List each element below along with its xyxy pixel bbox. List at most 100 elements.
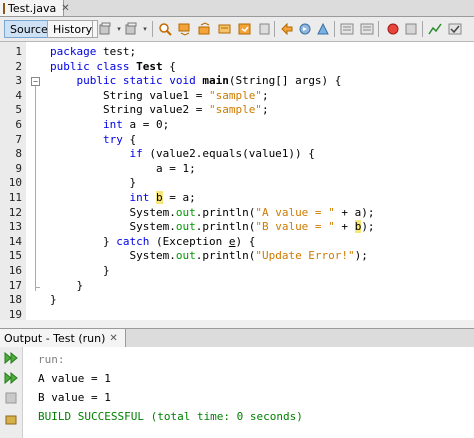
line-number: 7	[15, 132, 22, 146]
code-line[interactable]: }	[50, 264, 110, 277]
chart-icon[interactable]	[428, 22, 442, 36]
code-line[interactable]: }	[50, 279, 83, 292]
shift-left-icon[interactable]	[280, 22, 294, 36]
toolbar-divider	[334, 21, 335, 37]
line-number: 2	[15, 59, 22, 73]
output-line-run: run:	[38, 353, 65, 366]
code-token: (String[] args) {	[228, 74, 342, 88]
shift-right-icon[interactable]	[298, 22, 312, 36]
toolbar-divider	[274, 21, 275, 37]
code-token: String value2 =	[50, 103, 209, 117]
line-number: 4	[15, 88, 22, 102]
close-icon[interactable]: ✕	[109, 333, 117, 344]
record-macro-icon[interactable]	[386, 22, 400, 36]
rerun-icon[interactable]	[4, 351, 18, 365]
check-icon[interactable]	[448, 22, 462, 36]
stop-macro-icon[interactable]	[404, 22, 418, 36]
code-line[interactable]: System.out.println("B value = " + b);	[50, 220, 375, 234]
output-panel: run: A value = 1 B value = 1 BUILD SUCCE…	[0, 347, 474, 438]
fold-toggle-icon[interactable]: −	[31, 77, 40, 87]
code-token: Test	[136, 59, 163, 73]
code-line[interactable]: try {	[50, 133, 136, 146]
code-token: test;	[96, 45, 137, 58]
find-selection-icon[interactable]	[218, 22, 232, 36]
field-token: out	[175, 205, 196, 219]
keyword-token: int	[129, 191, 150, 204]
code-token: .println(	[195, 220, 256, 234]
start-macro-icon[interactable]	[316, 22, 330, 36]
rerun-with-params-icon[interactable]	[4, 371, 18, 385]
line-number: 5	[15, 103, 22, 117]
code-editor[interactable]: 1 2 3 4 5 6 7 8 9 10 11 12 13 14 15 16 17 18 19 package te…	[0, 42, 474, 321]
uncomment-icon[interactable]	[360, 22, 374, 36]
code-line[interactable]: String value1 = "sample";	[50, 89, 269, 102]
settings-icon[interactable]	[4, 413, 18, 427]
code-token: ;	[261, 88, 269, 102]
output-header: Output - Test (run) ✕	[0, 328, 474, 348]
code-token: }	[50, 234, 117, 248]
editor-tab-bar: Test.java ✕	[0, 0, 474, 17]
code-line[interactable]: String value2 = "sample";	[50, 103, 269, 116]
toggle-bookmark-icon[interactable]	[238, 22, 252, 36]
toolbar-divider	[422, 21, 423, 37]
code-token: ;	[261, 103, 269, 117]
field-token: out	[175, 249, 196, 263]
line-number: 11	[8, 191, 22, 204]
file-tab-label: Test.java	[8, 1, 57, 15]
code-line[interactable]: }	[50, 293, 57, 306]
code-line[interactable]: System.out.println("Update Error!");	[50, 249, 367, 263]
code-token: System.	[50, 220, 176, 234]
line-number: 3	[15, 74, 22, 88]
output-tab[interactable]: Output - Test (run) ✕	[0, 329, 126, 347]
toggle-highlight-icon[interactable]	[198, 22, 212, 36]
format-icon[interactable]	[258, 22, 272, 36]
code-token: }	[50, 278, 84, 292]
line-number: 8	[15, 147, 22, 161]
dropdown-arrow-icon[interactable]: ▾	[138, 22, 152, 36]
code-line[interactable]: public class Test {	[50, 60, 176, 73]
line-number: 17	[8, 278, 22, 292]
last-edit-icon[interactable]	[98, 22, 112, 36]
output-line-build-result: BUILD SUCCESSFUL (total time: 0 seconds)	[38, 410, 303, 423]
string-token: "sample"	[208, 88, 262, 102]
string-token: "Update Error!"	[255, 249, 355, 263]
code-token: }	[50, 176, 137, 190]
close-icon[interactable]: ✕	[61, 3, 69, 14]
line-number: 6	[15, 118, 22, 131]
code-line[interactable]: if (value2.equals(value1)) {	[50, 147, 315, 161]
code-token: {	[162, 59, 176, 73]
line-number: 13	[8, 220, 22, 234]
code-token: String value1 =	[50, 88, 209, 102]
code-line[interactable]: package test;	[50, 45, 136, 58]
code-line[interactable]: System.out.println("A value = " + a);	[50, 205, 374, 219]
code-token: (value2.equals(value1)) {	[142, 147, 315, 161]
code-token: {	[122, 132, 137, 146]
code-line[interactable]: public static void main(String[] args) {	[50, 74, 342, 88]
stop-icon[interactable]	[4, 391, 18, 405]
output-tab-label: Output - Test (run)	[4, 331, 106, 345]
line-number: 16	[8, 264, 22, 277]
line-number: 10	[8, 176, 22, 190]
file-tab-test-java[interactable]: Test.java ✕	[0, 0, 70, 16]
comment-icon[interactable]	[340, 22, 354, 36]
code-token: System.	[50, 249, 176, 263]
code-line[interactable]: a = 1;	[50, 162, 196, 175]
toolbar-divider	[378, 21, 379, 37]
forward-icon[interactable]	[124, 22, 138, 36]
fold-guide-end	[35, 286, 40, 288]
code-line[interactable]: int b = a;	[50, 191, 196, 204]
code-line[interactable]: } catch (Exception e) {	[50, 235, 255, 248]
keyword-token: package	[50, 45, 97, 58]
line-number: 15	[8, 249, 22, 263]
code-line[interactable]: }	[50, 176, 136, 189]
history-tab[interactable]: History	[47, 20, 99, 38]
code-line[interactable]: int a = 0;	[50, 118, 169, 131]
code-token: (Exception	[149, 234, 229, 248]
find-next-icon[interactable]	[178, 22, 192, 36]
code-token: ) {	[235, 234, 256, 248]
find-previous-icon[interactable]	[158, 22, 172, 36]
